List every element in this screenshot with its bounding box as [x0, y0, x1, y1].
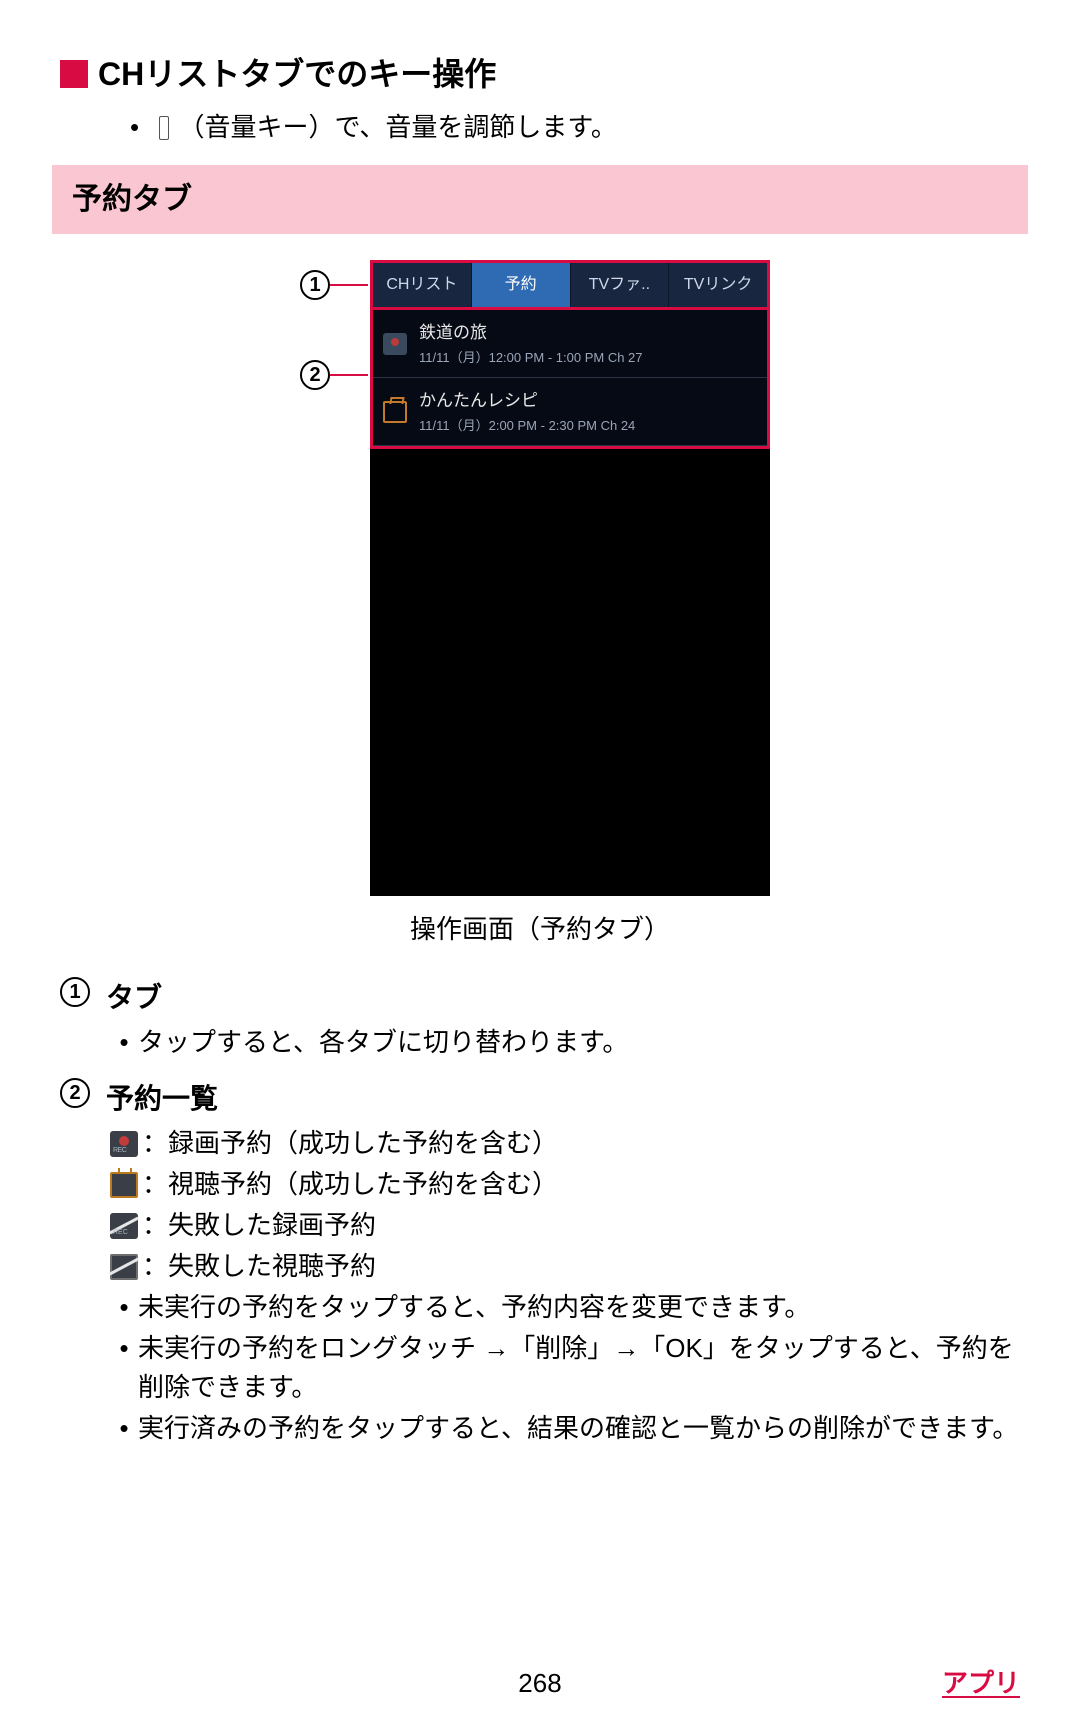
pink-heading-text: 予約タブ	[72, 183, 192, 216]
list-item-text: かんたんレシピ 11/11（月）2:00 PM - 2:30 PM Ch 24	[419, 388, 635, 435]
tv-icon	[110, 1172, 138, 1198]
bullet-dot: •	[110, 1329, 138, 1407]
rec-icon	[110, 1131, 138, 1157]
desc-1-content: タブ • タップすると、各タブに切り替わります。	[106, 977, 1020, 1064]
desc-1-bullet-text: タップすると、各タブに切り替わります。	[138, 1023, 1020, 1062]
volume-key-bullet: • （音量キー）で、音量を調節します。	[60, 108, 1020, 147]
callout-1-line	[330, 284, 368, 286]
legend-tv-text: ：視聴予約（成功した予約を含む）	[142, 1165, 558, 1204]
desc-2-title: 予約一覧	[106, 1078, 1020, 1120]
rec-fail-icon	[110, 1213, 138, 1239]
tabs-row: CHリスト 予約 TVファ.. TVリンク	[370, 260, 770, 310]
heading-text: CHリストタブでのキー操作	[98, 50, 496, 98]
tv-fail-icon	[110, 1254, 138, 1280]
bullet-text: （音量キー）で、音量を調節します。	[178, 112, 616, 142]
callout-1-number: 1	[300, 270, 330, 300]
section-link-text: アプリ	[942, 1668, 1020, 1698]
desc-2-b1-text: 未実行の予約をタップすると、予約内容を変更できます。	[138, 1288, 1020, 1327]
list-item-title: かんたんレシピ	[419, 388, 635, 414]
desc-1-bullet: • タップすると、各タブに切り替わります。	[106, 1023, 1020, 1062]
tv-icon	[383, 401, 407, 423]
desc-2-bullet-3: • 実行済みの予約をタップすると、結果の確認と一覧からの削除ができます。	[106, 1409, 1020, 1448]
tab-tv-link[interactable]: TVリンク	[669, 263, 767, 307]
desc-row-1: 1 タブ • タップすると、各タブに切り替わります。	[60, 977, 1020, 1064]
tab-reservation-label: 予約	[505, 273, 537, 297]
screenshot-wrap: 1 2 CHリスト 予約 TVファ.. TVリンク 鉄道の旅 11/11（月）1…	[60, 260, 1020, 896]
caption-text: 操作画面（予約タブ）	[410, 914, 670, 944]
callout-2-number: 2	[300, 360, 330, 390]
tab-tv-link-label: TVリンク	[684, 273, 752, 297]
legend-rec-text: ：録画予約（成功した予約を含む）	[142, 1124, 558, 1163]
callout-1: 1	[300, 270, 368, 300]
desc-2-bullet-2: • 未実行の予約をロングタッチ →「削除」→「OK」をタップすると、予約を削除で…	[106, 1329, 1020, 1407]
tab-ch-list-label: CHリスト	[386, 273, 457, 297]
reservation-list: 鉄道の旅 11/11（月）12:00 PM - 1:00 PM Ch 27 かん…	[370, 310, 770, 449]
tab-tv-fav[interactable]: TVファ..	[571, 263, 670, 307]
page-number-text: 268	[518, 1668, 561, 1698]
legend-rec-fail-text: ：失敗した録画予約	[142, 1206, 376, 1245]
desc-2-number: 2	[60, 1078, 90, 1108]
desc-1-number: 1	[60, 977, 90, 1007]
screenshot-caption: 操作画面（予約タブ）	[60, 910, 1020, 949]
tab-ch-list[interactable]: CHリスト	[373, 263, 472, 307]
list-item-title: 鉄道の旅	[419, 320, 643, 346]
desc-2-content: 予約一覧 ：録画予約（成功した予約を含む） ：視聴予約（成功した予約を含む） ：…	[106, 1078, 1020, 1450]
list-item[interactable]: かんたんレシピ 11/11（月）2:00 PM - 2:30 PM Ch 24	[373, 378, 767, 446]
bullet-dot: •	[110, 1023, 138, 1062]
desc-row-2: 2 予約一覧 ：録画予約（成功した予約を含む） ：視聴予約（成功した予約を含む）…	[60, 1078, 1020, 1450]
section-heading-reservation-tab: 予約タブ	[52, 165, 1028, 234]
list-item[interactable]: 鉄道の旅 11/11（月）12:00 PM - 1:00 PM Ch 27	[373, 310, 767, 378]
list-item-text: 鉄道の旅 11/11（月）12:00 PM - 1:00 PM Ch 27	[419, 320, 643, 367]
list-item-sub: 11/11（月）12:00 PM - 1:00 PM Ch 27	[419, 348, 643, 368]
rec-icon	[383, 333, 407, 355]
bullet-dot: •	[130, 108, 150, 147]
phone-screenshot: CHリスト 予約 TVファ.. TVリンク 鉄道の旅 11/11（月）12:00…	[370, 260, 770, 896]
callout-2-line	[330, 374, 368, 376]
heading-ch-list-tab-key: CHリストタブでのキー操作	[60, 50, 1020, 98]
legend-tv-fail: ：失敗した視聴予約	[106, 1247, 1020, 1286]
bullet-dot: •	[110, 1409, 138, 1448]
desc-1-title: タブ	[106, 977, 1020, 1019]
tab-reservation[interactable]: 予約	[472, 263, 571, 307]
legend-tv-fail-text: ：失敗した視聴予約	[142, 1247, 376, 1286]
list-item-sub: 11/11（月）2:00 PM - 2:30 PM Ch 24	[419, 416, 635, 436]
callout-2: 2	[300, 360, 368, 390]
red-square-bullet	[60, 60, 88, 88]
callout-column: 1 2	[310, 260, 370, 896]
legend-rec-fail: ：失敗した録画予約	[106, 1206, 1020, 1245]
tab-tv-fav-label: TVファ..	[589, 273, 650, 297]
legend-tv: ：視聴予約（成功した予約を含む）	[106, 1165, 1020, 1204]
desc-2-bullet-1: • 未実行の予約をタップすると、予約内容を変更できます。	[106, 1288, 1020, 1327]
desc-2-b2-text: 未実行の予約をロングタッチ →「削除」→「OK」をタップすると、予約を削除できま…	[138, 1329, 1020, 1407]
legend-rec: ：録画予約（成功した予約を含む）	[106, 1124, 1020, 1163]
section-link[interactable]: アプリ	[942, 1664, 1020, 1703]
volume-key-icon	[159, 116, 169, 140]
bullet-dot: •	[110, 1288, 138, 1327]
desc-2-b3-text: 実行済みの予約をタップすると、結果の確認と一覧からの削除ができます。	[138, 1409, 1020, 1448]
page-number: 268	[0, 1664, 1080, 1703]
